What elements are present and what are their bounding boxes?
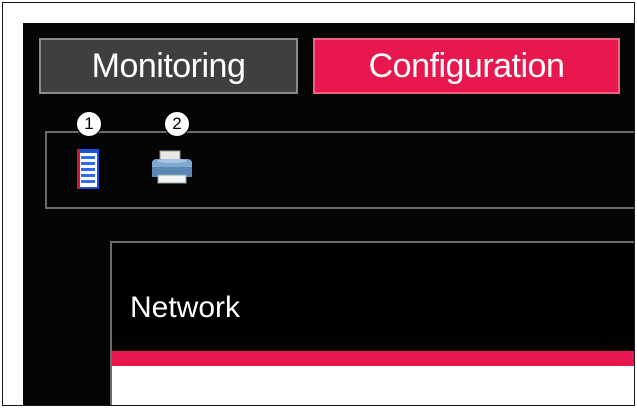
toolbar [45,131,634,209]
printer-icon[interactable] [147,149,197,193]
tab-configuration-label: Configuration [368,46,565,85]
accent-bar [112,351,634,366]
tab-monitoring-label: Monitoring [91,46,246,85]
content-area [112,366,634,405]
tab-configuration[interactable]: Configuration [313,38,620,94]
app-window: Monitoring Configuration 1 2 Network [23,23,634,405]
callout-1: 1 [76,111,102,137]
screenshot-frame: Monitoring Configuration 1 2 Network [2,2,635,406]
content-panel: Network [110,241,634,405]
document-icon[interactable] [67,147,107,191]
callout-2: 2 [164,111,190,137]
section-title: Network [130,291,241,324]
tab-monitoring[interactable]: Monitoring [39,38,298,94]
